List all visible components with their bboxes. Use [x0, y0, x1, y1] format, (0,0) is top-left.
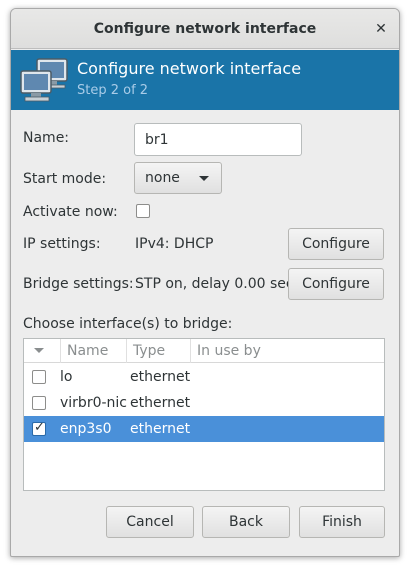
start-mode-label: Start mode:: [23, 171, 107, 187]
row-checkbox[interactable]: [32, 370, 46, 384]
row-name: virbr0-nic: [60, 395, 127, 411]
start-mode-value: none: [145, 170, 180, 186]
interfaces-list[interactable]: Name Type In use by lo ethernet virbr0-n…: [23, 338, 385, 491]
finish-button[interactable]: Finish: [299, 506, 385, 538]
start-mode-combo[interactable]: none: [134, 162, 222, 194]
cancel-button[interactable]: Cancel: [106, 506, 194, 538]
bridge-configure-button[interactable]: Configure: [288, 268, 384, 300]
row-type: ethernet: [130, 395, 191, 411]
back-button[interactable]: Back: [202, 506, 290, 538]
titlebar[interactable]: Configure network interface ✕: [11, 9, 399, 49]
header-banner: Configure network interface Step 2 of 2: [11, 50, 399, 110]
banner-subtitle: Step 2 of 2: [77, 83, 149, 98]
row-checkbox-checked[interactable]: ✓: [32, 420, 46, 436]
row-type: ethernet: [130, 421, 191, 437]
dialog-window: Configure network interface ✕ Configure …: [10, 8, 400, 557]
table-row[interactable]: virbr0-nic ethernet: [24, 390, 384, 416]
name-input[interactable]: [134, 123, 302, 156]
ip-configure-button[interactable]: Configure: [288, 228, 384, 260]
row-checkbox[interactable]: [32, 396, 46, 410]
close-icon[interactable]: ✕: [373, 21, 389, 37]
checkmark-icon: ✓: [34, 420, 45, 435]
sort-column-header[interactable]: [24, 339, 60, 363]
column-header-type[interactable]: Type: [126, 339, 190, 363]
choose-interfaces-label: Choose interface(s) to bridge:: [23, 316, 233, 332]
ip-settings-label: IP settings:: [23, 236, 101, 252]
window-title: Configure network interface: [93, 21, 317, 37]
column-header-in-use-by[interactable]: In use by: [190, 339, 386, 363]
bridge-settings-value: STP on, delay 0.00 sec: [135, 276, 294, 292]
row-name: lo: [60, 369, 73, 385]
row-type: ethernet: [130, 369, 191, 385]
column-header-name[interactable]: Name: [60, 339, 126, 363]
table-row[interactable]: lo ethernet: [24, 364, 384, 390]
activate-now-label: Activate now:: [23, 204, 118, 220]
network-computers-icon: [20, 58, 68, 102]
chevron-down-icon: [199, 176, 209, 181]
table-row-selected[interactable]: ✓ enp3s0 ethernet: [24, 416, 384, 442]
activate-now-checkbox[interactable]: [136, 204, 150, 218]
banner-title: Configure network interface: [77, 59, 302, 78]
sort-arrow-icon: [34, 348, 44, 353]
name-label: Name:: [23, 130, 70, 146]
row-name: enp3s0: [60, 421, 112, 437]
list-header: Name Type In use by: [24, 339, 384, 363]
bridge-settings-label: Bridge settings:: [23, 276, 134, 292]
ip-settings-value: IPv4: DHCP: [135, 236, 214, 252]
